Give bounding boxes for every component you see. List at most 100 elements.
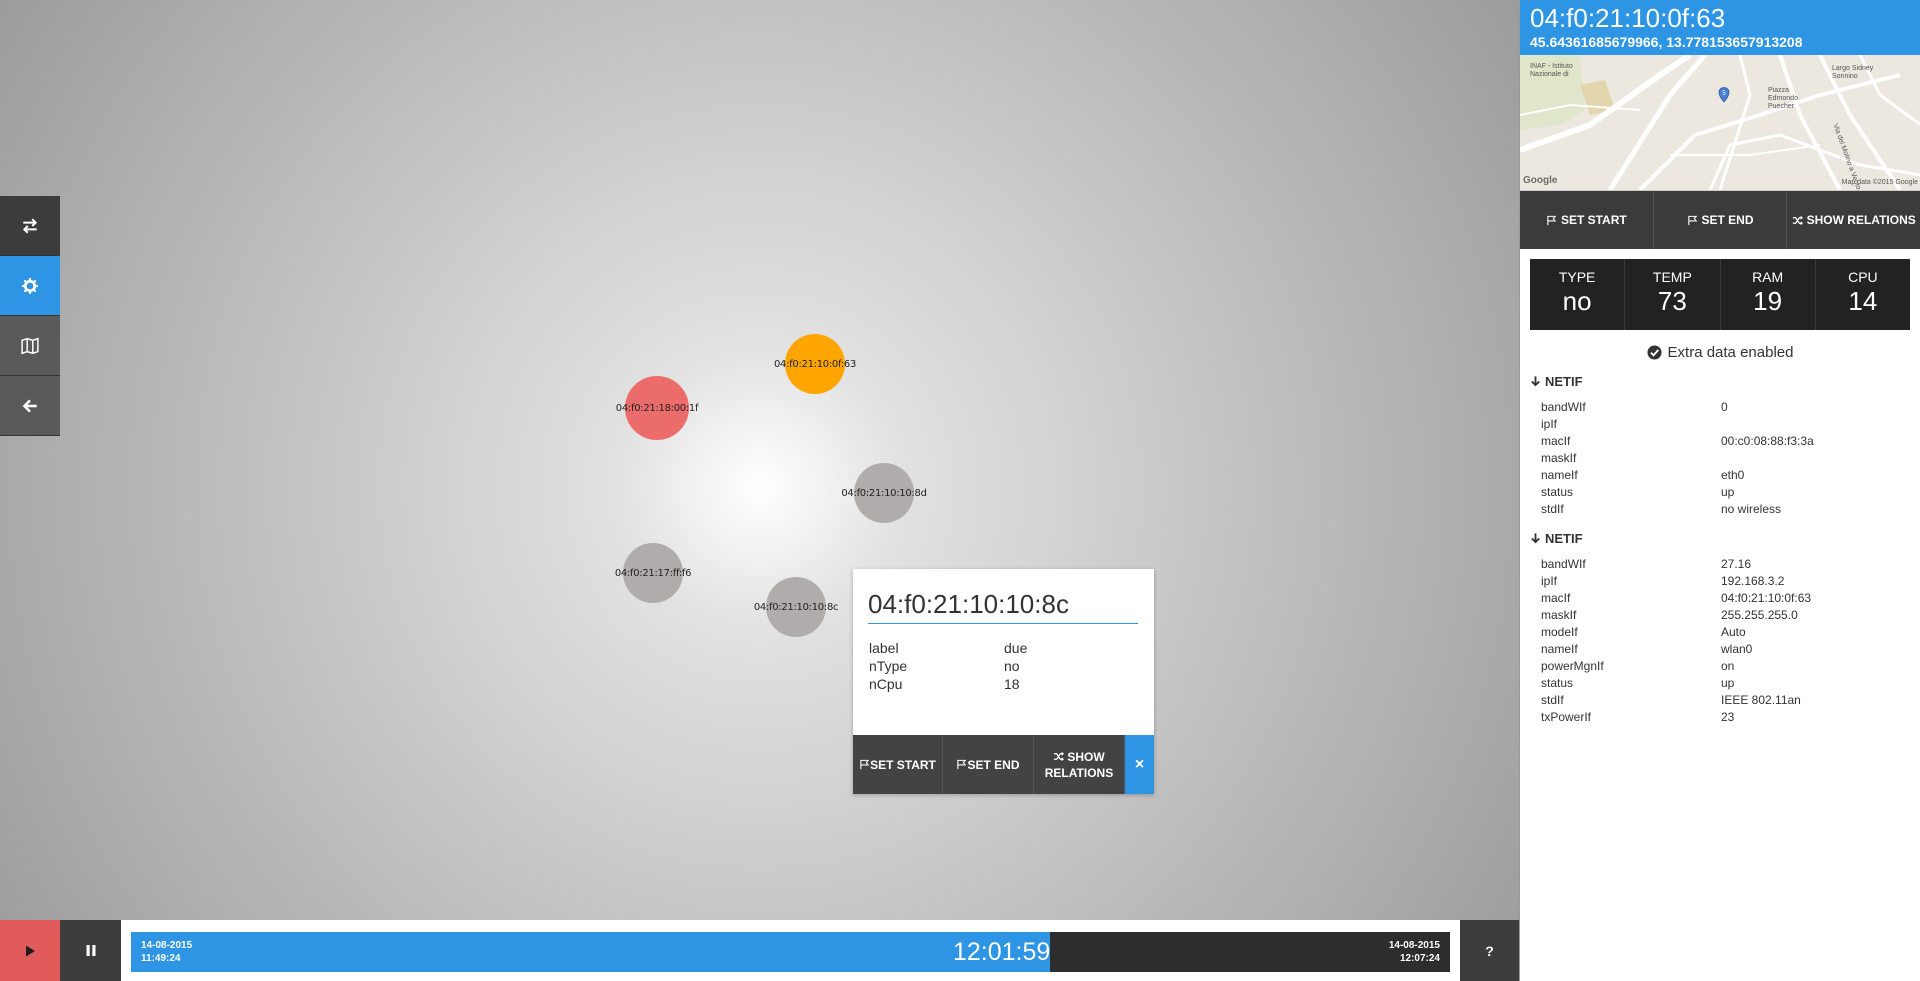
netif-row: nameIf wlan0 [1541,641,1920,658]
node-details-panel: 04:f0:21:10:0f:63 45.64361685679966, 13.… [1519,0,1920,981]
netif-header[interactable]: NETIF [1530,528,1920,548]
netif-value: up [1721,485,1735,499]
graph-node[interactable]: 04:f0:21:18:00:1f [616,376,699,440]
map-button[interactable] [0,316,60,376]
google-logo: Google [1523,175,1558,186]
graph-node[interactable]: 04:f0:21:10:10:8d [841,463,927,523]
extra-data-status: Extra data enabled [1520,341,1920,363]
netif-section: NETIF bandWIf 27.16 ipIf 192.168.3.2 macIf… [1530,528,1920,726]
arrow-down-icon [1531,533,1540,544]
map-label: Piazza Edmondo Puecher [1768,87,1798,111]
property-row: nType no [869,657,1139,675]
swap-button[interactable] [0,196,60,256]
netif-key: nameIf [1541,468,1578,482]
netif-key: maskIf [1541,451,1577,465]
timeline-end-date: 14-08-2015 [1388,940,1440,951]
netif-row: txPowerIf 23 [1541,709,1920,726]
netif-title: NETIF [1545,373,1583,389]
stat-temp: TEMP 73 [1625,259,1721,330]
play-button[interactable] [0,920,60,981]
timeline-start-date: 14-08-2015 [141,940,193,951]
netif-value: 192.168.3.2 [1721,574,1785,588]
node-label: 04:f0:21:10:0f:63 [773,358,857,370]
netif-key: status [1541,485,1574,499]
netif-key: powerMgnIf [1541,659,1604,673]
show-relations-button[interactable]: SHOW RELATIONS [1034,735,1125,794]
close-popup-button[interactable]: × [1125,735,1154,794]
set-end-label: SET END [967,757,1020,772]
netif-row: maskIf 255.255.255.0 [1541,607,1920,624]
flag-icon [957,759,967,770]
location-map[interactable]: 5 INAF - Istituto Nazionale di Largo Sid… [1520,55,1920,190]
netif-key: status [1541,676,1574,690]
netif-value: Auto [1721,625,1746,639]
set-start-button[interactable]: SET START [853,735,943,794]
netif-key: stdIf [1541,502,1564,516]
stat-type: TYPE no [1530,259,1626,330]
pause-button[interactable] [60,920,121,981]
help-button[interactable]: ? [1460,920,1519,981]
shuffle-icon [1054,751,1065,762]
show-relations-label-2: RELATIONS [1044,765,1114,780]
netif-row: macIf 04:f0:21:10:0f:63 [1541,590,1920,607]
netif-header[interactable]: NETIF [1530,371,1920,391]
node-label: 04:f0:21:17:ff:f6 [614,567,692,579]
graph-node[interactable]: 04:f0:21:10:10:8c [754,577,839,637]
netif-row: modeIf Auto [1541,624,1920,641]
netif-value: 00:c0:08:88:f3:3a [1721,434,1814,448]
stat-ram: RAM 19 [1721,259,1816,330]
netif-value: 255.255.255.0 [1721,608,1798,622]
location-marker-icon[interactable]: 5 [1718,87,1730,103]
stat-value: 73 [1657,286,1687,316]
stat-label: TYPE [1558,269,1596,285]
timeline-end: 14-08-2015 12:07:24 [1389,939,1440,965]
netif-row: ipIf [1541,416,1920,433]
netif-value: on [1721,659,1735,673]
stat-label: CPU [1848,269,1878,285]
set-start-label: SET START [1560,213,1627,227]
popup-title: 04:f0:21:10:10:8c [868,589,1138,624]
panel-set-start-button[interactable]: SET START [1520,191,1654,249]
back-button[interactable] [0,376,60,436]
map-label-text: Edmondo [1768,95,1798,102]
property-key: nType [869,658,908,674]
close-icon: × [1134,755,1145,773]
play-icon [26,945,35,956]
property-value: due [1004,640,1028,656]
netif-title: NETIF [1545,530,1583,546]
check-circle-icon [1647,344,1662,360]
popup-properties: label due nType no nCpu 18 [869,639,1139,693]
property-value: no [1004,658,1020,674]
node-popup: 04:f0:21:10:10:8c label due nType no nCp… [853,569,1154,794]
stats-bar: TYPE no TEMP 73 RAM 19 CPU 14 [1530,259,1910,330]
map-icon [21,337,39,354]
graph-node[interactable]: 04:f0:21:17:ff:f6 [615,543,691,603]
set-end-label: SET END [1701,213,1754,227]
netif-key: bandWIf [1541,400,1586,414]
netif-value: IEEE 802.11an [1721,693,1801,707]
timeline-start: 14-08-2015 11:49:24 [141,939,192,965]
show-relations-label-1: SHOW [1067,749,1105,764]
graph-edges [0,0,1519,920]
graph-canvas[interactable]: 04:f0:21:10:0f:63 04:f0:21:18:00:1f 04:f… [0,0,1519,920]
panel-actions: SET START SET END SHOW RELATIONS [1520,191,1920,249]
netif-value: 27.16 [1721,557,1752,571]
panel-set-end-button[interactable]: SET END [1654,191,1788,249]
netif-key: maskIf [1541,608,1577,622]
panel-show-relations-button[interactable]: SHOW RELATIONS [1787,191,1920,249]
netif-value: 0 [1721,400,1728,414]
left-toolbar [0,196,60,436]
extra-data-label: Extra data enabled [1667,343,1794,361]
netif-row: stdIf IEEE 802.11an [1541,692,1920,709]
netif-key: macIf [1541,591,1571,605]
timeline-progress: 12:01:59 [131,932,1051,972]
netif-key: ipIf [1541,574,1558,588]
timeline-end-time: 12:07:24 [1399,953,1440,964]
settings-button[interactable] [0,256,60,316]
timeline-slider[interactable]: 12:01:59 14-08-2015 11:49:24 14-08-2015 … [131,932,1450,972]
netif-key: nameIf [1541,642,1578,656]
set-end-button[interactable]: SET END [943,735,1034,794]
graph-node[interactable]: 04:f0:21:10:0f:63 [774,334,856,394]
netif-value: wlan0 [1721,642,1753,656]
netif-row: bandWIf 0 [1541,399,1920,416]
